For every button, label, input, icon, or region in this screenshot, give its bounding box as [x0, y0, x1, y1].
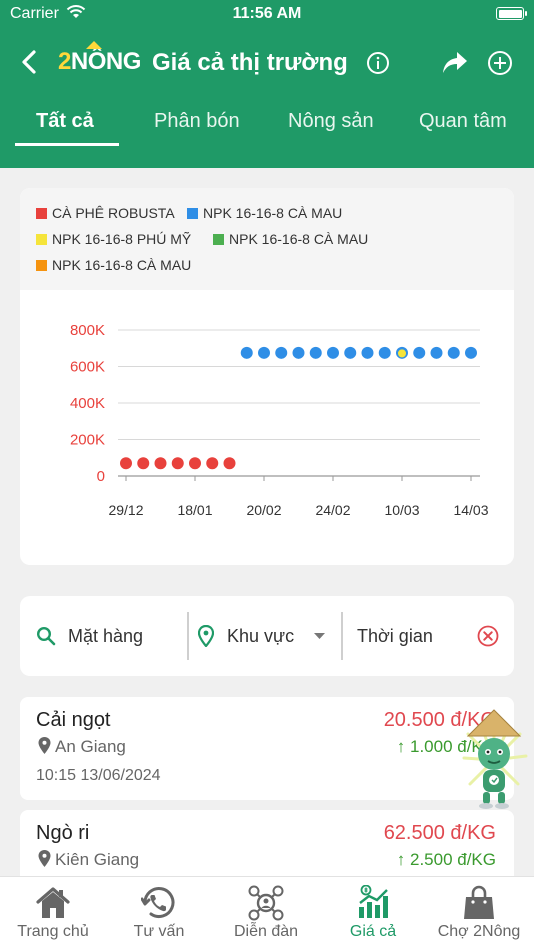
mascot-assistant-icon[interactable]	[456, 706, 532, 810]
bottom-navigation: Trang chủ Tư vấn Diễn đàn Giá cả Chợ 2Nô…	[0, 876, 534, 950]
forum-icon	[248, 885, 284, 921]
data-point	[378, 346, 391, 359]
product-filter[interactable]: Mặt hàng	[20, 596, 188, 676]
nav-home[interactable]: Trang chủ	[0, 877, 106, 950]
location-pin-icon	[38, 850, 51, 867]
nav-forum[interactable]: Diễn đàn	[213, 877, 319, 950]
region-filter[interactable]: Khu vực	[188, 596, 341, 676]
item-name: Cải ngọt	[36, 709, 111, 731]
data-point	[154, 457, 167, 470]
data-point	[309, 346, 322, 359]
data-point	[120, 457, 132, 470]
data-point	[223, 457, 236, 470]
active-tab-indicator	[15, 143, 119, 146]
region-filter-label: Khu vực	[227, 626, 295, 646]
back-arrow-icon[interactable]	[16, 48, 44, 76]
location-pin-icon	[38, 737, 51, 754]
x-tick-label: 18/01	[177, 502, 212, 518]
data-point	[206, 457, 219, 470]
data-point	[430, 346, 443, 359]
legend-swatch	[187, 208, 198, 219]
data-point	[258, 346, 270, 359]
tab-agri-products[interactable]: Nông sản	[288, 110, 374, 150]
item-location: Kiên Giang	[38, 850, 139, 870]
data-point	[327, 346, 339, 359]
home-icon	[36, 887, 70, 918]
legend-item: NPK 16-16-8 CÀ MAU	[213, 231, 368, 247]
nav-prices[interactable]: Giá cả	[320, 877, 426, 950]
filter-bar: Mặt hàng Khu vực Thời gian	[20, 596, 514, 676]
legend-swatch	[36, 208, 47, 219]
legend-item: NPK 16-16-8 PHÚ MỸ	[36, 231, 191, 247]
y-tick-label: 0	[97, 468, 105, 485]
price-scatter-chart: 0 200K 400K 600K 800K 29/12 18/01 20/02 24/02 10/…	[70, 322, 489, 518]
data-point	[275, 346, 288, 359]
item-name: Ngò ri	[36, 822, 90, 844]
clear-filter-icon[interactable]	[477, 625, 499, 647]
dropdown-caret-icon	[314, 633, 325, 639]
info-icon[interactable]	[366, 51, 390, 75]
x-tick-label: 14/03	[453, 502, 488, 518]
nav-consult-label: Tư vấn	[133, 923, 185, 940]
item-updated-time: 10:15 13/06/2024	[36, 767, 161, 784]
nav-market[interactable]: Chợ 2Nông	[426, 877, 532, 950]
data-point	[465, 346, 477, 359]
product-filter-label: Mặt hàng	[68, 626, 144, 646]
nav-forum-label: Diễn đàn	[233, 923, 299, 940]
legend-item: CÀ PHÊ ROBUSTA	[36, 205, 175, 221]
nav-prices-label: Giá cả	[349, 923, 397, 940]
page-title: Giá cả thị trường	[152, 49, 348, 76]
status-time: 11:56 AM	[232, 5, 302, 22]
legend-swatch	[213, 234, 224, 245]
data-point	[361, 346, 374, 359]
item-price: 62.500 đ/KG	[383, 822, 496, 844]
x-tick-label: 10/03	[384, 502, 419, 518]
legend-swatch	[36, 234, 47, 245]
x-tick-label: 29/12	[108, 502, 143, 518]
time-filter-label: Thời gian	[357, 626, 433, 646]
x-tick-label: 20/02	[246, 502, 281, 518]
tab-fertilizer[interactable]: Phân bón	[154, 110, 240, 150]
share-icon[interactable]	[441, 50, 469, 76]
legend-swatch	[36, 260, 47, 271]
item-location: An Giang	[38, 737, 126, 757]
price-list-item[interactable]: Cải ngọt An Giang 10:15 13/06/2024 20.50…	[20, 697, 514, 800]
shopping-bag-icon	[464, 885, 494, 919]
data-point	[137, 457, 150, 470]
legend-item: NPK 16-16-8 CÀ MAU	[36, 257, 191, 273]
phone-consult-icon	[141, 887, 175, 918]
data-point	[413, 346, 426, 359]
data-point	[171, 457, 184, 470]
nav-market-label: Chợ 2Nông	[437, 923, 521, 940]
data-point	[398, 349, 406, 358]
farmer-hat-icon	[86, 41, 102, 49]
item-price-change: ↑ 2.500 đ/KG	[396, 850, 496, 869]
tab-favorites[interactable]: Quan tâm	[419, 110, 507, 150]
y-tick-label: 600K	[70, 359, 105, 376]
top-bar: 2NÔNG Giá cả thị trường	[0, 41, 534, 84]
y-tick-label: 200K	[70, 432, 105, 449]
app-logo: 2NÔNG	[58, 41, 141, 78]
price-chart-icon	[359, 885, 388, 918]
data-point	[189, 457, 201, 470]
add-circle-icon[interactable]	[487, 50, 513, 76]
data-point	[447, 346, 460, 359]
nav-consult[interactable]: Tư vấn	[106, 877, 212, 950]
y-tick-label: 400K	[70, 395, 105, 412]
location-pin-icon	[198, 625, 214, 647]
nav-home-label: Trang chủ	[17, 923, 89, 940]
search-icon	[36, 626, 56, 646]
price-chart-card: CÀ PHÊ ROBUSTA NPK 16-16-8 CÀ MAU NPK 16…	[20, 188, 514, 565]
x-tick-label: 24/02	[315, 502, 350, 518]
chart-legend: CÀ PHÊ ROBUSTA NPK 16-16-8 CÀ MAU NPK 16…	[20, 188, 514, 290]
battery-icon	[496, 7, 527, 20]
app-header: Carrier 11:56 AM 2NÔNG Giá cả thị trường	[0, 0, 534, 168]
data-point	[344, 346, 357, 359]
status-bar: Carrier 11:56 AM	[0, 0, 534, 30]
y-tick-label: 800K	[70, 322, 105, 339]
legend-item: NPK 16-16-8 CÀ MAU	[187, 205, 342, 221]
data-point	[240, 346, 253, 359]
data-point	[292, 346, 305, 359]
